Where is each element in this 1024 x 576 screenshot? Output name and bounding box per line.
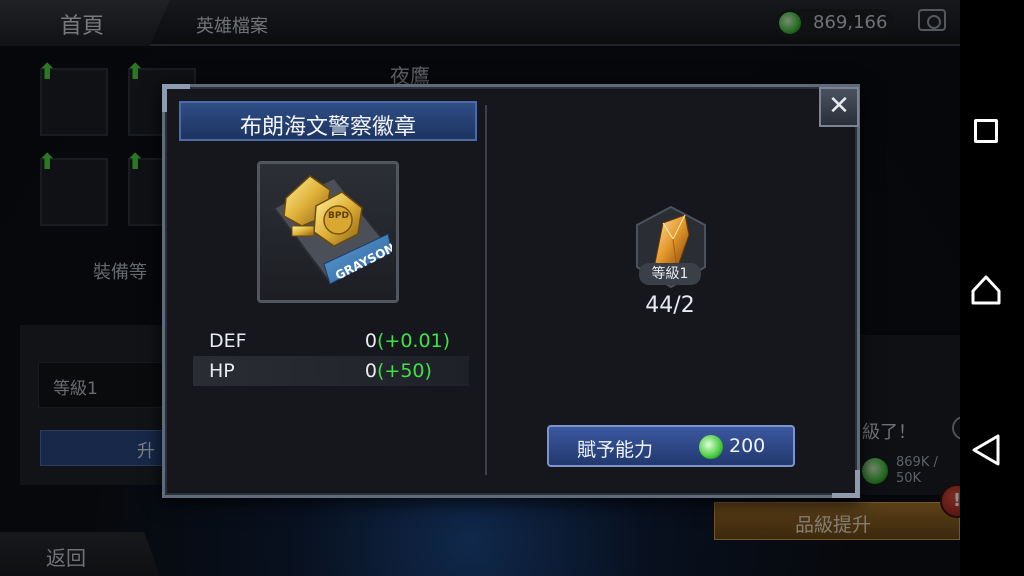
badge-icon: GRAYSON BPD (272, 175, 392, 285)
dialog-title: 布朗海文警察徽章 (239, 115, 416, 140)
dialog-divider (485, 105, 487, 475)
grant-ability-button[interactable]: 賦予能力 200 (547, 425, 795, 467)
stat-name: DEF (209, 330, 247, 352)
grant-cost: 200 (729, 435, 766, 457)
grant-label: 賦予能力 (577, 439, 654, 461)
stat-value: 0 (364, 360, 377, 382)
close-icon[interactable]: ✕ (819, 87, 859, 127)
stat-value: 0 (364, 330, 377, 352)
item-dialog: ✕ 布朗海文警察徽章 GRAYSON BPD DEF 0 (+0.01) HP … (162, 84, 860, 498)
gem-icon (699, 435, 723, 459)
stat-bonus: (+0.01) (377, 330, 451, 352)
stat-bonus: (+50) (377, 360, 432, 382)
stat-row-hp: HP 0 (+50) (193, 356, 469, 386)
stat-name: HP (209, 360, 235, 382)
back-nav-button[interactable] (970, 433, 1002, 467)
svg-text:BPD: BPD (328, 211, 349, 221)
dialog-title-bar: 布朗海文警察徽章 (179, 101, 477, 141)
dialog-corner (832, 470, 860, 498)
stat-row-def: DEF 0 (+0.01) (193, 326, 469, 356)
material-count: 44/2 (645, 293, 695, 318)
recent-apps-button[interactable] (974, 119, 998, 143)
item-icon-frame: GRAYSON BPD (257, 161, 399, 303)
home-button[interactable] (970, 274, 1002, 306)
material-level: 等級1 (639, 263, 701, 285)
